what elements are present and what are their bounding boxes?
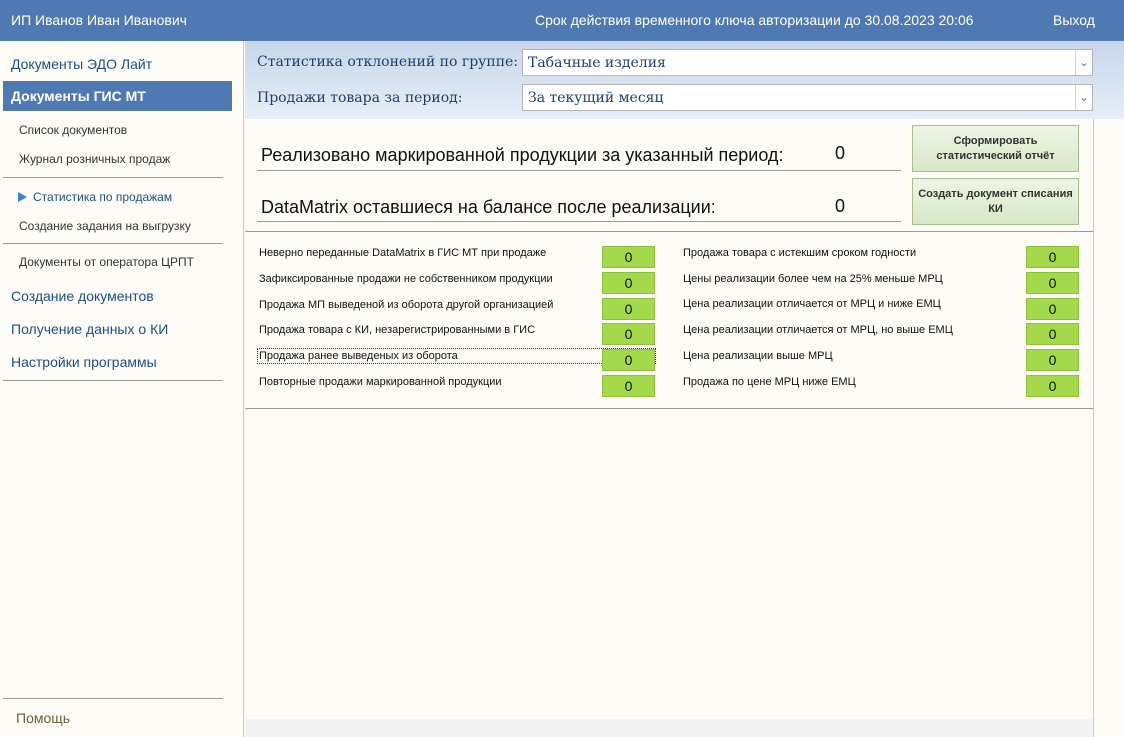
chevron-down-icon[interactable]: ⌄ bbox=[1075, 85, 1092, 110]
sidebar-item-settings[interactable]: Настройки программы bbox=[11, 354, 157, 370]
balance-label: DataMatrix оставшиеся на балансе после р… bbox=[261, 197, 716, 217]
divider bbox=[257, 170, 901, 171]
stat-value: 0 bbox=[1026, 349, 1079, 371]
sidebar: Документы ЭДО Лайт Документы ГИС МТ Спис… bbox=[0, 41, 244, 737]
period-select[interactable]: За текущий месяц ⌄ bbox=[522, 84, 1093, 111]
stat-label: Цена реализации выше МРЦ bbox=[683, 350, 833, 362]
divider bbox=[3, 380, 223, 381]
period-select-value: За текущий месяц bbox=[528, 90, 664, 106]
divider bbox=[3, 698, 223, 699]
stat-label: Неверно переданные DataMatrix в ГИС МТ п… bbox=[259, 247, 547, 259]
triangle-right-icon bbox=[18, 192, 27, 202]
stat-label: Цены реализации более чем на 25% меньше … bbox=[683, 273, 943, 285]
sidebar-item-ki-data[interactable]: Получение данных о КИ bbox=[11, 321, 168, 337]
filter-panel: Статистика отклонений по группе: Табачны… bbox=[245, 41, 1124, 119]
stat-label: Зафиксированные продажи не собственником… bbox=[259, 273, 553, 285]
stat-value: 0 bbox=[602, 375, 655, 397]
sidebar-item-doc-list[interactable]: Список документов bbox=[19, 123, 127, 137]
balance-value: 0 bbox=[835, 196, 846, 216]
app-header: ИП Иванов Иван Иванович Срок действия вр… bbox=[0, 0, 1124, 41]
stat-value: 0 bbox=[1026, 375, 1079, 397]
stat-label-focused[interactable]: Продажа ранее выведеных из оборота bbox=[257, 348, 656, 364]
stat-label: Цена реализации отличается от МРЦ и ниже… bbox=[683, 298, 941, 310]
stat-value: 0 bbox=[1026, 246, 1079, 268]
sidebar-item-edo-lite[interactable]: Документы ЭДО Лайт bbox=[11, 56, 152, 72]
sidebar-item-gis-mt-label: Документы ГИС МТ bbox=[11, 88, 146, 104]
divider bbox=[257, 221, 901, 222]
stat-label: Продажа товара с истекшим сроком годност… bbox=[683, 247, 917, 259]
stat-value: 0 bbox=[602, 349, 655, 371]
group-select[interactable]: Табачные изделия ⌄ bbox=[522, 49, 1093, 76]
divider bbox=[245, 408, 1093, 409]
period-label: Продажи товара за период: bbox=[257, 90, 463, 106]
stat-value: 0 bbox=[602, 246, 655, 268]
sold-value: 0 bbox=[835, 143, 846, 163]
stat-value: 0 bbox=[602, 272, 655, 294]
generate-report-button[interactable]: Сформировать статистический отчёт bbox=[912, 125, 1079, 172]
stat-label: Продажа МП выведеной из оборота другой о… bbox=[259, 299, 554, 311]
sidebar-item-retail-journal[interactable]: Журнал розничных продаж bbox=[19, 152, 170, 166]
stat-label: Повторные продажи маркированной продукци… bbox=[259, 376, 502, 388]
help-link[interactable]: Помощь bbox=[16, 710, 70, 726]
chevron-down-icon[interactable]: ⌄ bbox=[1075, 50, 1092, 75]
divider bbox=[245, 231, 1093, 232]
sidebar-item-export-task[interactable]: Создание задания на выгрузку bbox=[19, 219, 191, 233]
stat-value: 0 bbox=[602, 298, 655, 320]
stat-value: 0 bbox=[1026, 298, 1079, 320]
stat-value: 0 bbox=[1026, 323, 1079, 345]
stat-value: 0 bbox=[602, 323, 655, 345]
sidebar-item-create-docs[interactable]: Создание документов bbox=[11, 288, 154, 304]
key-validity-text: Срок действия временного ключа авторизац… bbox=[535, 12, 974, 28]
group-label: Статистика отклонений по группе: bbox=[257, 54, 519, 70]
stat-value: 0 bbox=[1026, 272, 1079, 294]
logout-link[interactable]: Выход bbox=[1053, 12, 1095, 28]
group-select-value: Табачные изделия bbox=[528, 55, 666, 71]
right-strip bbox=[1093, 119, 1124, 737]
stat-label: Продажа товара с КИ, незарегистрированны… bbox=[259, 324, 536, 336]
create-writeoff-button[interactable]: Создать документ списания КИ bbox=[912, 178, 1079, 225]
sold-label: Реализовано маркированной продукции за у… bbox=[261, 145, 784, 165]
divider bbox=[3, 177, 223, 178]
stat-label: Цена реализации отличается от МРЦ, но вы… bbox=[683, 324, 953, 336]
sidebar-item-gis-mt[interactable]: Документы ГИС МТ bbox=[3, 81, 232, 111]
bottom-strip bbox=[245, 719, 1093, 737]
sidebar-item-crpt-docs[interactable]: Документы от оператора ЦРПТ bbox=[19, 255, 194, 269]
stat-label: Продажа по цене МРЦ ниже ЕМЦ bbox=[683, 376, 856, 388]
divider bbox=[3, 243, 223, 244]
main-panel: Реализовано маркированной продукции за у… bbox=[245, 119, 1093, 719]
user-name: ИП Иванов Иван Иванович bbox=[11, 12, 187, 28]
sidebar-item-sales-stats[interactable]: Статистика по продажам bbox=[33, 190, 172, 204]
